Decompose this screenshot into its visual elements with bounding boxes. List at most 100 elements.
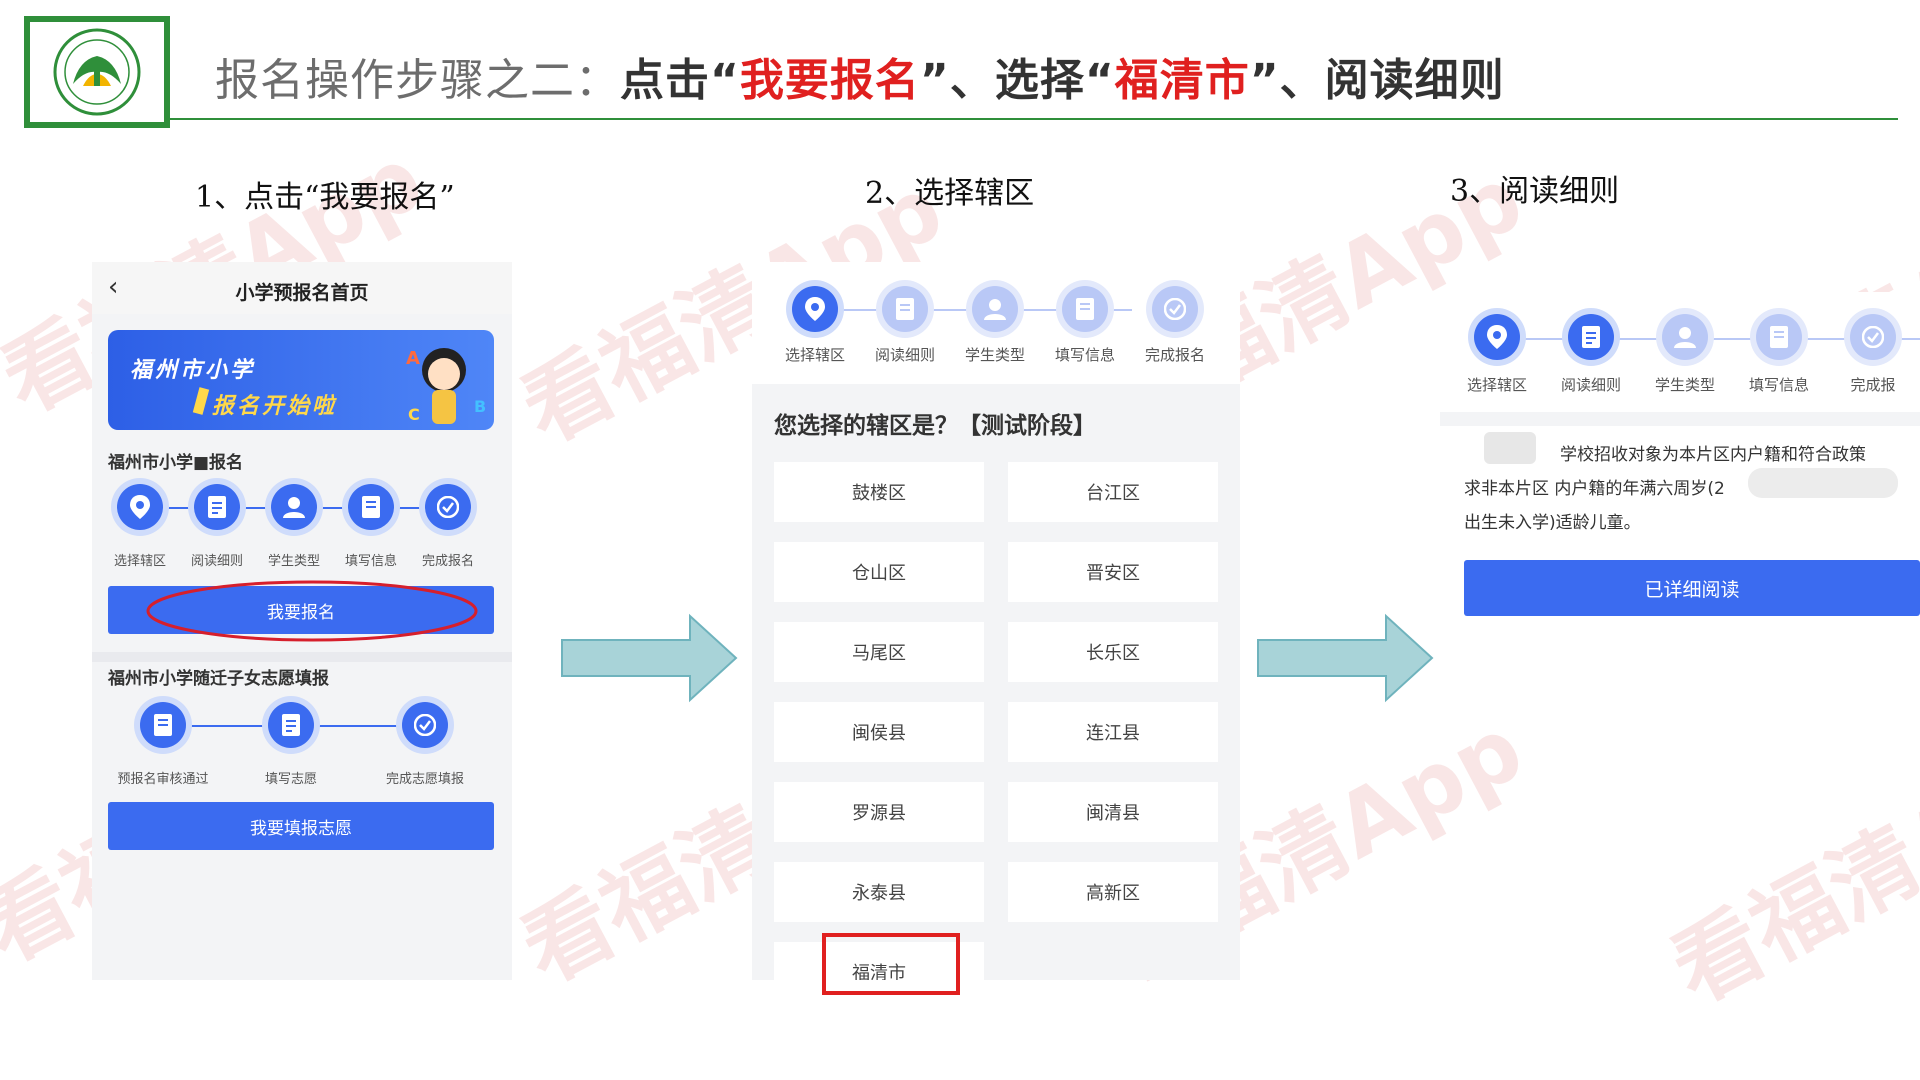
step-complete bbox=[1152, 286, 1198, 332]
step-label: 选择辖区 bbox=[1466, 376, 1527, 394]
step-label: 选择辖区 bbox=[113, 554, 166, 569]
nav-title: 小学预报名首页 bbox=[235, 282, 369, 304]
phone-screen-rules: 选择辖区 阅读细则 学生类型 填写信息 完成报 学校招收对象为本片区内户籍和符合… bbox=[1440, 292, 1920, 632]
step-student-type bbox=[1662, 314, 1708, 360]
district-option[interactable]: 仓山区 bbox=[774, 542, 984, 602]
step-label: 阅读细则 bbox=[1560, 376, 1621, 394]
step-select-district bbox=[117, 484, 163, 530]
document-icon bbox=[882, 286, 928, 332]
step-label: 完成报名 bbox=[1144, 346, 1205, 364]
step-select-district bbox=[1474, 314, 1520, 360]
step-fill-info bbox=[1756, 314, 1802, 360]
redaction-blur bbox=[1748, 468, 1898, 498]
next-step-arrow-icon bbox=[1257, 613, 1434, 703]
fill-volunteer-button[interactable]: 我要填报志愿 bbox=[108, 802, 494, 850]
section-title: 福州市小学随迁子女志愿填报 bbox=[108, 669, 329, 689]
check-circle-icon bbox=[425, 484, 471, 530]
step2-title: 2、选择辖区 bbox=[865, 176, 1035, 211]
step-review-passed bbox=[140, 702, 186, 748]
svg-text:A: A bbox=[406, 348, 420, 369]
district-option[interactable]: 鼓楼区 bbox=[774, 462, 984, 522]
district-option[interactable]: 高新区 bbox=[1008, 862, 1218, 922]
document-icon bbox=[268, 702, 314, 748]
nav-bar: ‹ 小学预报名首页 bbox=[92, 262, 512, 314]
confirm-read-button[interactable]: 已详细阅读 bbox=[1464, 560, 1920, 616]
district-option[interactable]: 闽清县 bbox=[1008, 782, 1218, 842]
district-option[interactable]: 晋安区 bbox=[1008, 542, 1218, 602]
form-icon bbox=[1756, 314, 1802, 360]
volunteer-steps: 预报名审核通过 填写志愿 完成志愿填报 bbox=[100, 702, 504, 792]
document-icon bbox=[1568, 314, 1614, 360]
step-label: 学生类型 bbox=[964, 346, 1025, 364]
header-divider bbox=[170, 118, 1898, 120]
registration-steps: 选择辖区 阅读细则 学生类型 填写信息 完成报名 bbox=[100, 484, 504, 574]
user-icon bbox=[271, 484, 317, 530]
section-divider bbox=[92, 652, 512, 662]
step-student-type bbox=[972, 286, 1018, 332]
step-label: 填写信息 bbox=[1748, 376, 1809, 394]
title-part: ”、阅读细则 bbox=[1249, 55, 1505, 106]
rules-text-line: 学校招收对象为本片区内户籍和符合政策 bbox=[1560, 445, 1866, 465]
promo-banner: 福州市小学 报名开始啦 A B C bbox=[108, 330, 494, 430]
district-question: 您选择的辖区是？【测试阶段】 bbox=[774, 413, 1096, 439]
highlight-ellipse bbox=[146, 580, 478, 642]
step-read-rules bbox=[1568, 314, 1614, 360]
school-emblem-icon bbox=[53, 28, 141, 116]
cartoon-girl-icon: A B C bbox=[406, 348, 486, 424]
pencil-icon bbox=[192, 387, 210, 415]
section-title: 福州市小学■报名 bbox=[108, 453, 244, 473]
step-complete bbox=[425, 484, 471, 530]
step-fill-info bbox=[348, 484, 394, 530]
check-circle-icon bbox=[1850, 314, 1896, 360]
phone-screen-district: 选择辖区 阅读细则 学生类型 填写信息 完成报名 您选择的辖区是？【测试阶段】 … bbox=[752, 262, 1240, 980]
school-logo bbox=[24, 16, 170, 128]
district-option[interactable]: 台江区 bbox=[1008, 462, 1218, 522]
step-select-district bbox=[792, 286, 838, 332]
banner-line1: 福州市小学 bbox=[130, 358, 256, 383]
rules-text-line: 出生未入学)适龄儿童。 bbox=[1464, 513, 1641, 533]
district-option[interactable]: 闽侯县 bbox=[774, 702, 984, 762]
svg-text:C: C bbox=[408, 405, 420, 424]
check-circle-icon bbox=[402, 702, 448, 748]
user-icon bbox=[972, 286, 1018, 332]
district-option[interactable]: 永泰县 bbox=[774, 862, 984, 922]
redaction-blur bbox=[1484, 432, 1536, 464]
form-icon bbox=[1062, 286, 1108, 332]
district-option[interactable]: 长乐区 bbox=[1008, 622, 1218, 682]
step-label: 填写志愿 bbox=[264, 772, 317, 787]
svg-text:B: B bbox=[474, 397, 486, 416]
location-pin-icon bbox=[1474, 314, 1520, 360]
check-circle-icon bbox=[1152, 286, 1198, 332]
step1-title: 1、点击“我要报名” bbox=[195, 180, 455, 215]
step-read-rules bbox=[194, 484, 240, 530]
step-label: 填写信息 bbox=[344, 554, 397, 569]
title-highlight: 我要报名 bbox=[739, 55, 920, 106]
step-label: 学生类型 bbox=[1654, 376, 1715, 394]
step-student-type bbox=[271, 484, 317, 530]
location-pin-icon bbox=[117, 484, 163, 530]
rules-text-line: 求非本片区 内户籍的年满六周岁(2 bbox=[1464, 479, 1725, 499]
step-label: 学生类型 bbox=[267, 554, 320, 569]
highlight-box bbox=[822, 933, 960, 995]
title-highlight: 福清市 bbox=[1114, 55, 1250, 106]
step-label: 完成报 bbox=[1850, 376, 1896, 394]
title-part: 点击“ bbox=[620, 55, 740, 106]
district-option[interactable]: 罗源县 bbox=[774, 782, 984, 842]
phone-screen-home: ‹ 小学预报名首页 福州市小学 报名开始啦 A B C 福州市小学■报名 选择辖… bbox=[92, 262, 512, 980]
step-fill-info bbox=[1062, 286, 1108, 332]
step-label: 阅读细则 bbox=[190, 554, 243, 569]
step-label: 选择辖区 bbox=[784, 346, 845, 364]
step-complete bbox=[1850, 314, 1896, 360]
step-label: 完成报名 bbox=[421, 554, 474, 569]
district-option[interactable]: 连江县 bbox=[1008, 702, 1218, 762]
district-option[interactable]: 马尾区 bbox=[774, 622, 984, 682]
step-read-rules bbox=[882, 286, 928, 332]
user-icon bbox=[1662, 314, 1708, 360]
section-divider bbox=[1440, 412, 1920, 426]
banner-line2: 报名开始啦 bbox=[212, 394, 338, 419]
page-title: 报名操作步骤之二：点击“我要报名”、选择“福清市”、阅读细则 bbox=[215, 44, 1505, 108]
title-part: ”、选择“ bbox=[919, 55, 1115, 106]
form-icon bbox=[140, 702, 186, 748]
next-step-arrow-icon bbox=[561, 613, 738, 703]
step-label: 完成志愿填报 bbox=[385, 772, 464, 787]
